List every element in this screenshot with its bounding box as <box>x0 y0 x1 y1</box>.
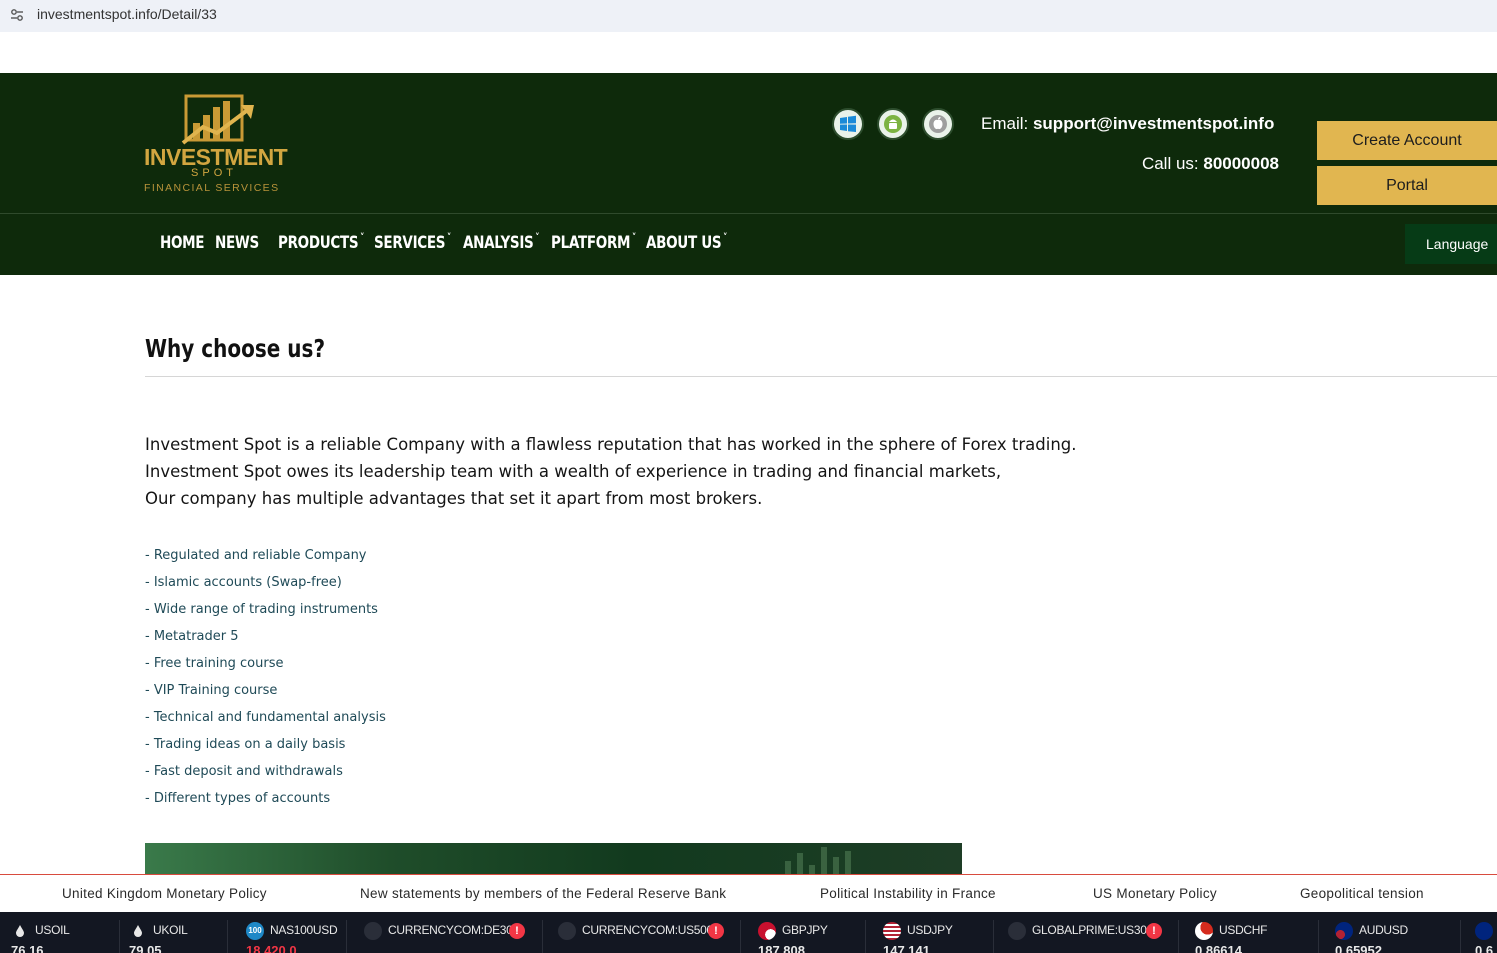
windows-icon[interactable] <box>832 108 864 140</box>
logo-chart-icon <box>181 94 254 145</box>
email-link[interactable]: support@investmentspot.info <box>1033 114 1274 133</box>
nav-item-news[interactable]: NEWS <box>215 233 259 252</box>
quote-symbol: CURRENCYCOM:DE30 <box>388 923 513 937</box>
site-settings-icon[interactable] <box>10 8 24 22</box>
warning-icon[interactable]: ! <box>708 923 724 939</box>
nav-item-products[interactable]: PRODUCTS ˅ <box>278 231 365 252</box>
list-item: - Technical and fundamental analysis <box>145 710 386 725</box>
quote-value: 76.16 <box>11 943 44 953</box>
quote-symbol: GLOBALPRIME:US30 <box>1032 923 1147 937</box>
quote-ticker: USOIL 76.16 UKOIL 79.05 100 NAS100USD 18… <box>0 912 1497 953</box>
list-item: - Metatrader 5 <box>145 629 239 644</box>
quote-symbol: UKOIL <box>153 923 188 937</box>
oil-drop-icon <box>129 922 147 940</box>
email-label: Email: <box>981 114 1029 133</box>
quote-symbol: GBPJPY <box>782 923 828 937</box>
oil-drop-icon <box>11 922 29 940</box>
chevron-down-icon: ˅ <box>631 231 637 244</box>
language-button[interactable]: Language <box>1405 224 1497 264</box>
warning-icon[interactable]: ! <box>509 923 525 939</box>
quote-value: 18,420.0 <box>246 943 297 953</box>
quote-symbol: CURRENCYCOM:US500 <box>582 923 713 937</box>
site-header: INVESTMENT SPOT FINANCIAL SERVICES Email… <box>0 73 1497 213</box>
list-item: - Regulated and reliable Company <box>145 548 367 563</box>
create-account-button[interactable]: Create Account <box>1317 121 1497 160</box>
quote-symbol: USDJPY <box>907 923 953 937</box>
news-item[interactable]: New statements by members of the Federal… <box>360 886 726 901</box>
quote-value: 0.65952 <box>1335 943 1382 953</box>
list-item: - Free training course <box>145 656 284 671</box>
hero-image <box>145 843 962 875</box>
nav-item-analysis[interactable]: ANALYSIS ˅ <box>463 231 540 252</box>
aud-usd-flags-icon <box>1335 922 1353 940</box>
list-item: - Islamic accounts (Swap-free) <box>145 575 342 590</box>
news-item[interactable]: Political Instability in France <box>820 886 996 901</box>
intro-line: Investment Spot owes its leadership team… <box>145 462 1002 481</box>
news-item[interactable]: US Monetary Policy <box>1093 886 1217 901</box>
blank-circle-icon <box>364 922 382 940</box>
list-item: - Different types of accounts <box>145 791 331 806</box>
call-label: Call us: <box>1141 154 1199 173</box>
intro-line: Our company has multiple advantages that… <box>145 489 763 508</box>
apple-icon[interactable] <box>922 108 954 140</box>
quote-value: 0.86614 <box>1195 943 1242 953</box>
nav-item-services[interactable]: SERVICES ˅ <box>374 231 452 252</box>
portal-button[interactable]: Portal <box>1317 166 1497 205</box>
list-item: - VIP Training course <box>145 683 278 698</box>
quote-symbol: NAS100USD <box>270 923 338 937</box>
quote-symbol: USOIL <box>35 923 70 937</box>
blank-circle-icon <box>1008 922 1026 940</box>
usd-chf-flags-icon <box>1195 922 1213 940</box>
usd-jpy-flags-icon <box>883 922 901 940</box>
nav-item-about-us[interactable]: ABOUT US ˅ <box>646 231 728 252</box>
android-icon[interactable] <box>877 108 909 140</box>
nav-item-platform[interactable]: PLATFORM ˅ <box>551 231 637 252</box>
gbp-jpy-flags-icon <box>758 922 776 940</box>
chevron-down-icon: ˅ <box>722 231 728 244</box>
main-navigation: HOME NEWS PRODUCTS ˅ SERVICES ˅ ANALYSIS ˅ … <box>0 213 1497 275</box>
news-item[interactable]: Geopolitical tension <box>1300 886 1424 901</box>
list-item: - Wide range of trading instruments <box>145 602 378 617</box>
browser-address-bar[interactable]: investmentspot.info/Detail/33 <box>0 0 1497 32</box>
quote-value: 187.808 <box>758 943 805 953</box>
intro-line: Investment Spot is a reliable Company wi… <box>145 435 1077 454</box>
logo-sub-text: SPOT <box>191 167 237 179</box>
company-logo[interactable]: INVESTMENT SPOT FINANCIAL SERVICES <box>144 93 288 195</box>
intro-text: Investment Spot is a reliable Company wi… <box>145 433 1077 514</box>
quote-value: 0.6 <box>1475 943 1494 953</box>
quote-symbol: AUDUSD <box>1359 923 1408 937</box>
quote-symbol: USDCHF <box>1219 923 1268 937</box>
contact-email: Email: support@investmentspot.info <box>981 114 1274 134</box>
title-divider <box>145 376 1497 377</box>
phone-link[interactable]: 80000008 <box>1203 154 1279 173</box>
quote-value: 79.05 <box>129 943 162 953</box>
url-text[interactable]: investmentspot.info/Detail/33 <box>37 6 217 22</box>
flag-icon <box>1475 922 1493 940</box>
advantages-list: - Regulated and reliable Company - Islam… <box>145 546 386 816</box>
logo-tagline: FINANCIAL SERVICES <box>144 182 280 194</box>
nas100-badge-icon: 100 <box>246 922 264 940</box>
list-item: - Fast deposit and withdrawals <box>145 764 343 779</box>
warning-icon[interactable]: ! <box>1146 923 1162 939</box>
page-title: Why choose us? <box>145 334 326 363</box>
contact-phone: Call us: 80000008 <box>1142 154 1279 174</box>
news-item[interactable]: United Kingdom Monetary Policy <box>62 886 267 901</box>
quote-value: 147.141 <box>883 943 930 953</box>
news-ticker: United Kingdom Monetary Policy New state… <box>0 874 1497 912</box>
chevron-down-icon: ˅ <box>446 231 452 244</box>
blank-circle-icon <box>558 922 576 940</box>
chevron-down-icon: ˅ <box>535 231 540 244</box>
list-item: - Trading ideas on a daily basis <box>145 737 346 752</box>
nav-item-home[interactable]: HOME <box>160 233 205 252</box>
chevron-down-icon: ˅ <box>359 231 365 244</box>
